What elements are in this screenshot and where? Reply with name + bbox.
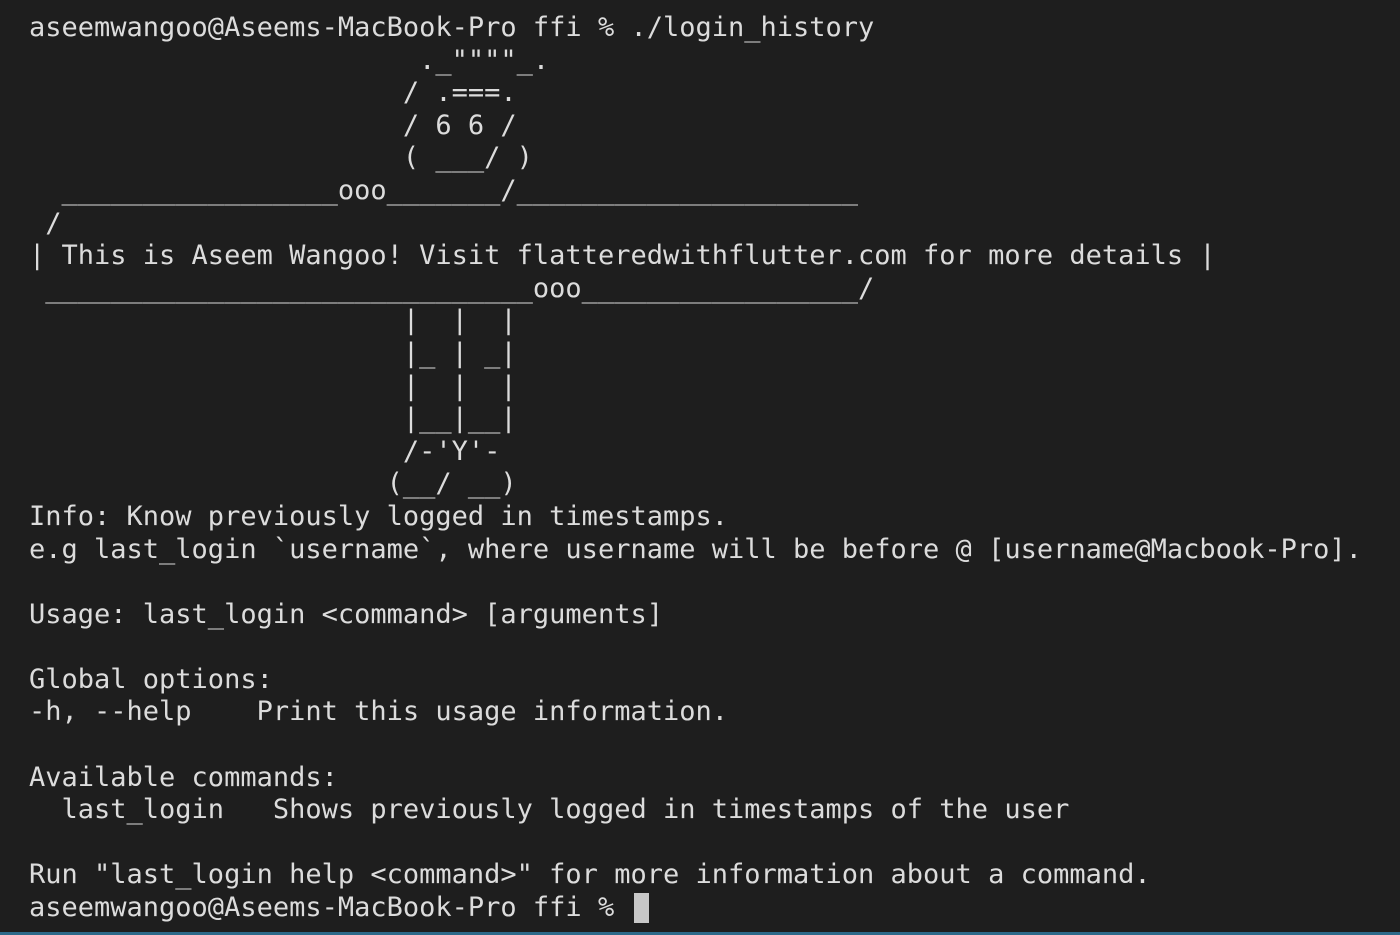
last-login-command-line: last_login Shows previously logged in ti… — [29, 794, 1070, 826]
ascii-art-line: | | | — [29, 305, 517, 337]
run-help-line: Run "last_login help <command>" for more… — [29, 859, 1151, 891]
ascii-art-line: /-'Y'- — [29, 435, 501, 467]
ascii-art-line: / .===. — [29, 77, 517, 109]
prompt-text: aseemwangoo@Aseems-MacBook-Pro ffi % — [29, 892, 631, 924]
ascii-art-line: _________________ooo_______/____________… — [29, 174, 859, 206]
example-line: e.g last_login `username`, where usernam… — [29, 533, 1362, 565]
info-line: Info: Know previously logged in timestam… — [29, 500, 728, 532]
ascii-art-line: ( ___/ ) — [29, 142, 533, 174]
ascii-art-line: (__/ __) — [29, 468, 517, 500]
text-cursor[interactable] — [634, 893, 650, 924]
prompt-line[interactable]: aseemwangoo@Aseems-MacBook-Pro ffi % — [29, 892, 1400, 925]
ascii-art-banner: | This is Aseem Wangoo! Visit flatteredw… — [29, 240, 1216, 272]
global-options-heading: Global options: — [29, 663, 273, 695]
ascii-art-line: / — [29, 207, 62, 239]
command-line: aseemwangoo@Aseems-MacBook-Pro ffi % ./l… — [29, 12, 875, 43]
ascii-art-line: |_ | _| — [29, 337, 517, 369]
help-option-line: -h, --help Print this usage information. — [29, 696, 728, 728]
available-commands-heading: Available commands: — [29, 761, 338, 793]
ascii-art-line: |__|__| — [29, 403, 517, 435]
ascii-art-line: ._""""_. — [29, 44, 550, 76]
ascii-art-line: | | | — [29, 370, 517, 402]
ascii-art-line: ______________________________ooo_______… — [29, 272, 875, 304]
ascii-art-line: / 6 6 / — [29, 109, 517, 141]
terminal-window[interactable]: aseemwangoo@Aseems-MacBook-Pro ffi % ./l… — [0, 0, 1400, 935]
usage-line: Usage: last_login <command> [arguments] — [29, 598, 663, 630]
